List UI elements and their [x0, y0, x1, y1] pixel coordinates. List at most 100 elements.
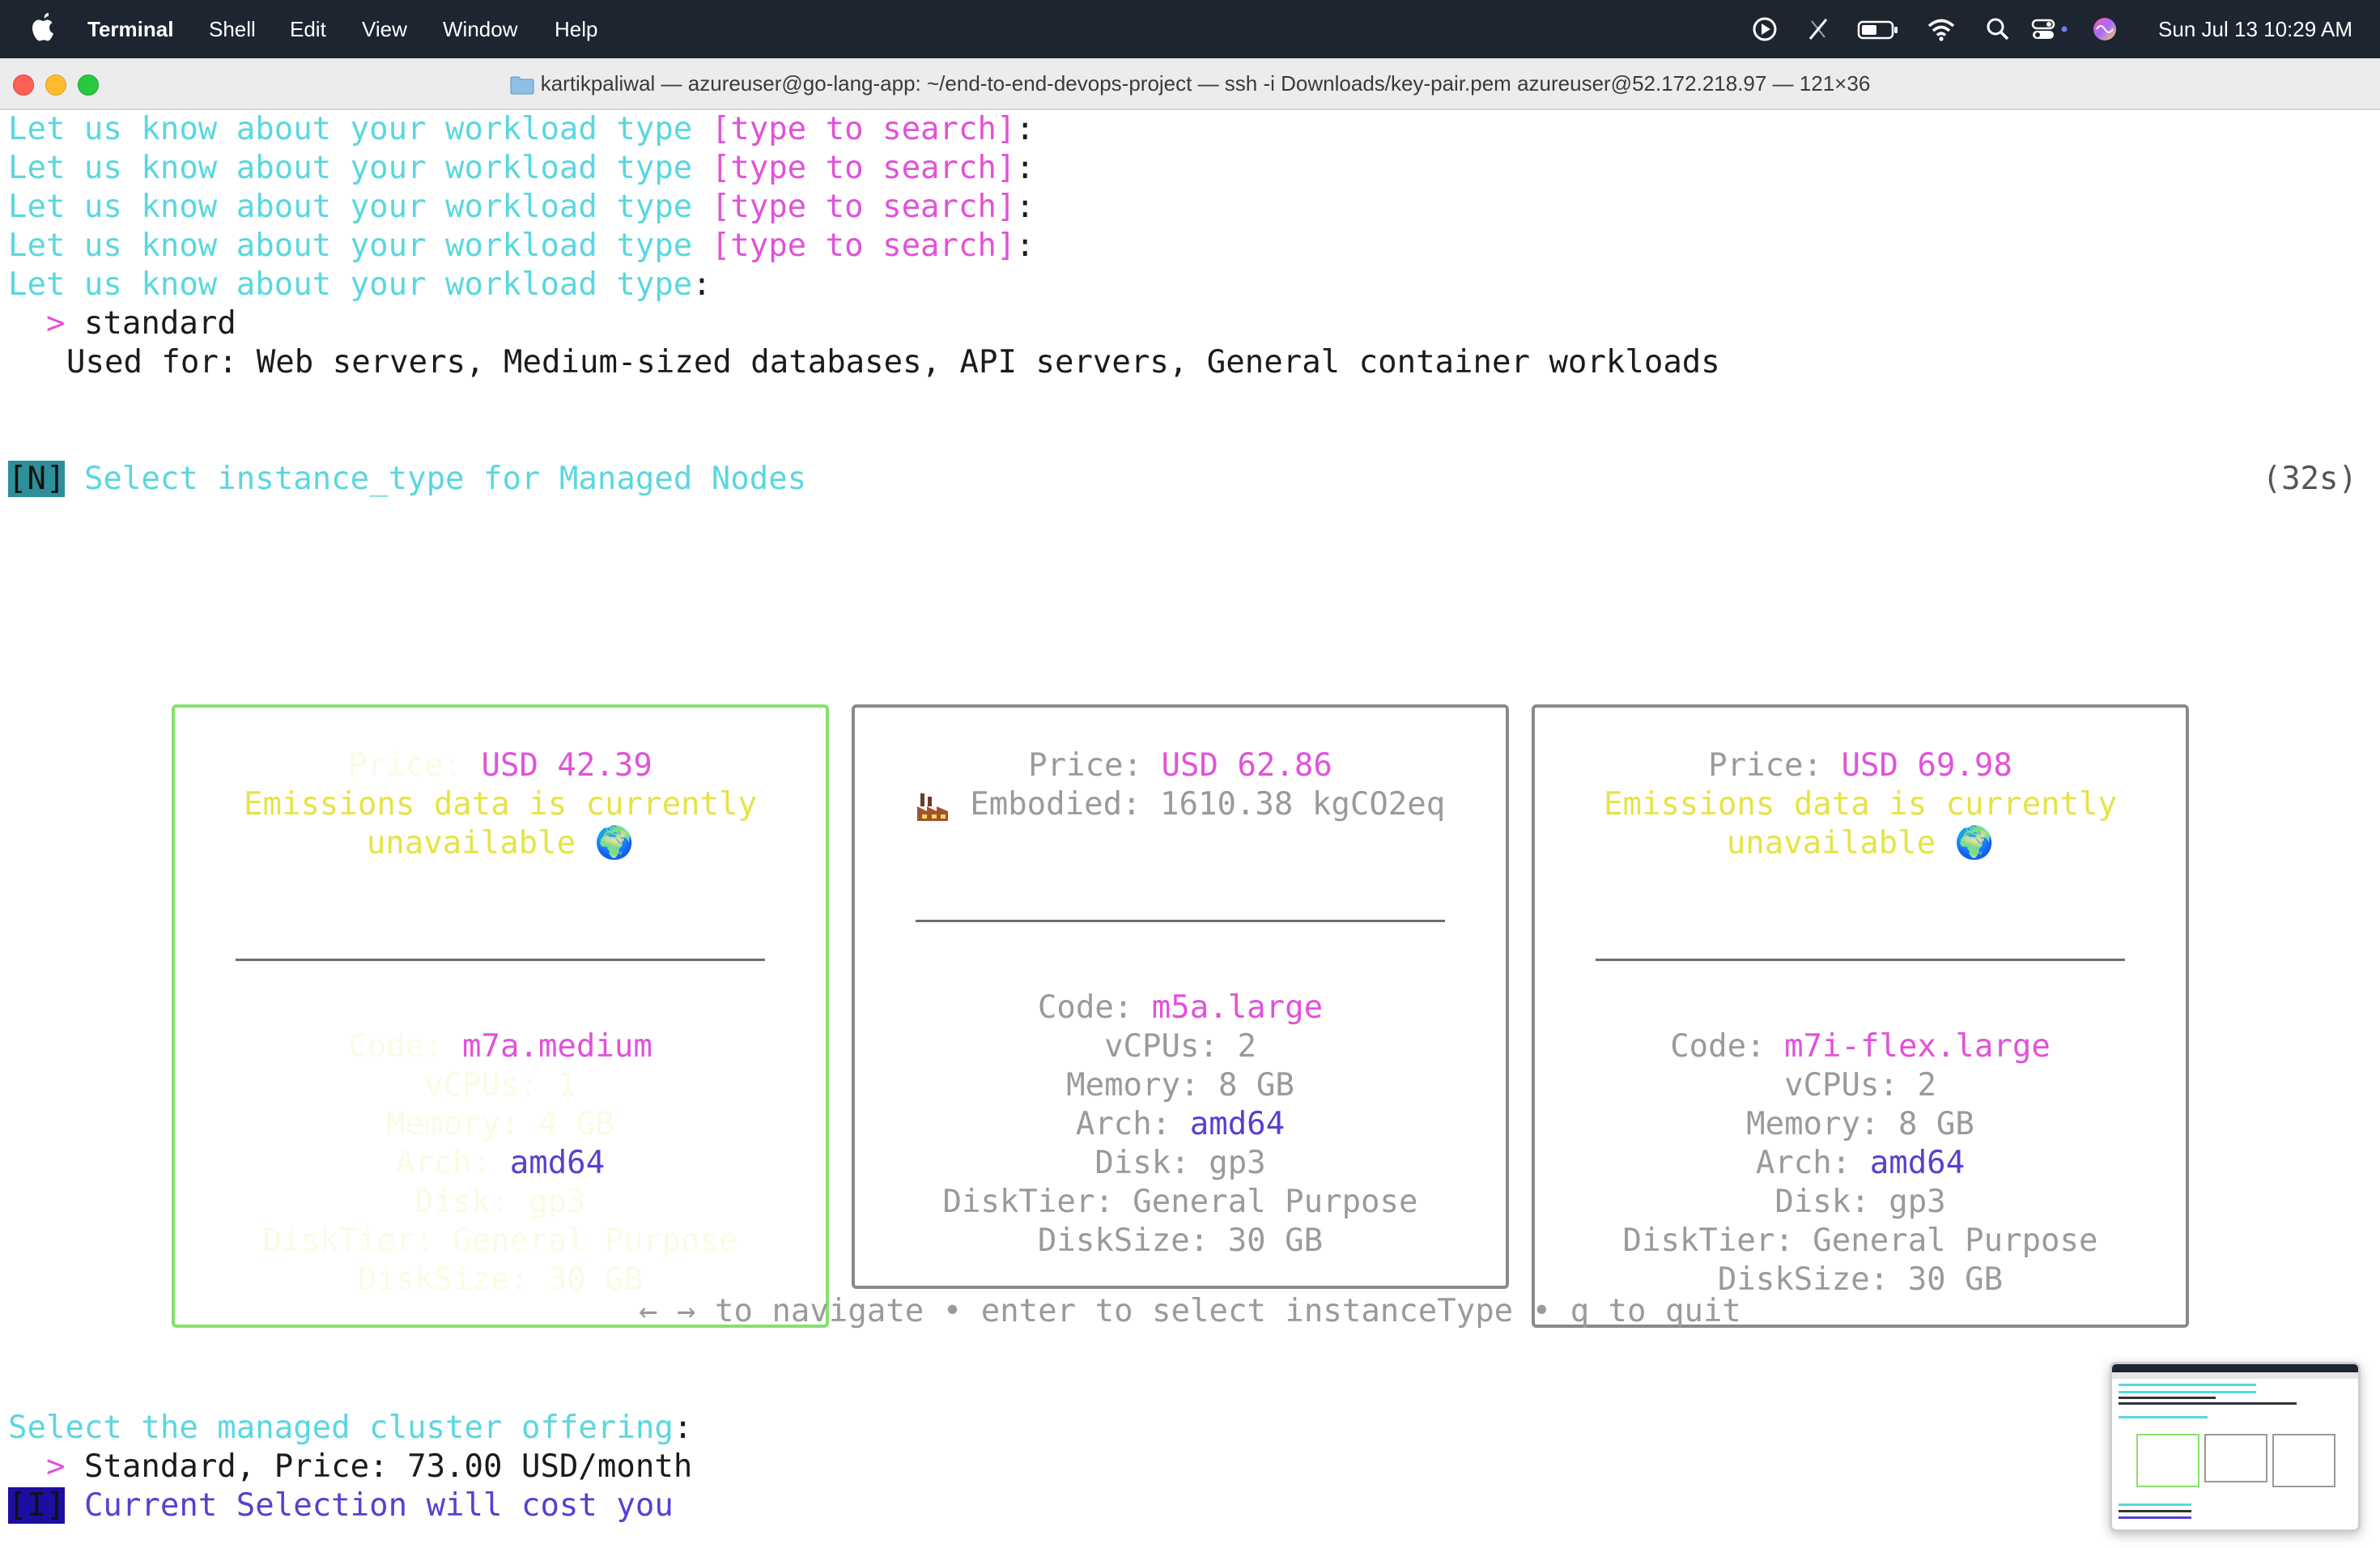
terminal-line: Let us know about your workload type [ty… [8, 110, 1035, 149]
price-label: Price: [1708, 747, 1823, 784]
emissions-line: Emissions data is currently [244, 786, 757, 823]
disk-tier: DiskTier: General Purpose [262, 1223, 738, 1259]
memory: Memory: 4 GB [386, 1106, 614, 1142]
arch-label: Arch: [1075, 1106, 1171, 1142]
stylus-off-icon[interactable] [1804, 15, 1833, 44]
arch-value: amd64 [1189, 1106, 1286, 1142]
disk: Disk: gp3 [1774, 1184, 1946, 1220]
prompt-text: Let us know about your workload type [8, 111, 693, 147]
factory-icon [916, 790, 951, 823]
badge-n: [N] [8, 461, 66, 497]
code-label: Code: [348, 1028, 444, 1065]
terminal-line: Let us know about your workload type [ty… [8, 227, 1035, 266]
disk: Disk: gp3 [414, 1184, 586, 1220]
prompt-colon: : [1015, 150, 1035, 186]
menu-app-name[interactable]: Terminal [87, 16, 173, 42]
countdown-timer: (32s) [2262, 461, 2357, 497]
navigation-help: ← → to navigate • enter to select instan… [639, 1293, 1741, 1329]
search-hint: [type to search] [711, 189, 1016, 225]
apple-icon[interactable] [31, 11, 57, 44]
code-label: Code: [1670, 1028, 1766, 1065]
menu-window[interactable]: Window [443, 16, 517, 42]
select-instance-prompt: Select instance_type for Managed Nodes [83, 461, 807, 497]
instance-code: m5a.large [1151, 989, 1324, 1026]
terminal-output[interactable]: Let us know about your workload type [ty… [0, 110, 2380, 1548]
vcpus: vCPUs: 2 [1104, 1028, 1256, 1065]
vcpus: vCPUs: 1 [424, 1067, 576, 1104]
menu-shell[interactable]: Shell [209, 16, 256, 42]
prompt-colon: : [1015, 189, 1035, 225]
globe-icon: 🌍 [1954, 825, 1995, 861]
menu-edit[interactable]: Edit [290, 16, 326, 42]
code-label: Code: [1037, 989, 1133, 1026]
terminal-line: [I] Current Selection will cost you [8, 1486, 674, 1525]
price-value: USD 69.98 [1841, 747, 2012, 784]
battery-icon[interactable] [1857, 15, 1899, 44]
terminal-line: Let us know about your workload type [ty… [8, 188, 1035, 227]
prompt-colon: : [673, 1410, 693, 1446]
prompt-text: Let us know about your workload type [8, 266, 693, 303]
prompt-text: Let us know about your workload type [8, 150, 693, 186]
terminal-line: Let us know about your workload type [ty… [8, 149, 1035, 188]
menu-bar: Terminal Shell Edit View Window Help Sun… [0, 0, 2380, 58]
search-icon[interactable] [1983, 15, 2012, 44]
play-circle-icon[interactable] [1750, 15, 1779, 44]
folder-icon [510, 76, 534, 95]
globe-icon: 🌍 [594, 825, 635, 861]
arch-value: amd64 [509, 1145, 606, 1181]
prompt-text: Let us know about your workload type [8, 189, 693, 225]
cluster-prompt: Select the managed cluster offering [8, 1410, 674, 1446]
memory: Memory: 8 GB [1746, 1106, 1974, 1142]
emissions-line: Emissions data is currently [1604, 786, 2117, 823]
instance-code: m7a.medium [462, 1028, 652, 1065]
screenshot-thumbnail[interactable] [2110, 1362, 2361, 1532]
disk-tier: DiskTier: General Purpose [942, 1184, 1418, 1220]
prompt-colon: : [1015, 111, 1035, 147]
badge-i: [I] [8, 1487, 66, 1524]
embodied-emissions: Embodied: 1610.38 kgCO2eq [970, 786, 1446, 823]
terminal-line: Let us know about your workload type: [8, 266, 712, 304]
memory: Memory: 8 GB [1066, 1067, 1294, 1104]
price-value: USD 62.86 [1161, 747, 1332, 784]
cost-text: Current Selection will cost you [83, 1487, 674, 1524]
vcpus: vCPUs: 2 [1784, 1067, 1936, 1104]
arch-label: Arch: [395, 1145, 491, 1181]
menu-view[interactable]: View [362, 16, 407, 42]
window-title-bar[interactable]: kartikpaliwal — azureuser@go-lang-app: ~… [0, 58, 2380, 110]
terminal-line: > standard [8, 304, 236, 343]
price-value: USD 42.39 [481, 747, 652, 784]
control-center-icon[interactable] [2030, 15, 2069, 44]
wifi-icon[interactable] [1927, 15, 1956, 44]
search-hint: [type to search] [711, 111, 1016, 147]
disk-tier: DiskTier: General Purpose [1622, 1223, 2098, 1259]
prompt-colon: : [692, 266, 712, 303]
instance-card[interactable]: Price: USD 69.98 Emissions data is curre… [1532, 704, 2189, 1328]
window-title-text: kartikpaliwal — azureuser@go-lang-app: ~… [540, 71, 1871, 96]
cluster-choice[interactable]: Standard, Price: 73.00 USD/month [84, 1448, 692, 1485]
search-hint: [type to search] [711, 228, 1016, 264]
arch-value: amd64 [1869, 1145, 1966, 1181]
window-title: kartikpaliwal — azureuser@go-lang-app: ~… [0, 70, 2380, 97]
prompt-colon: : [1015, 228, 1035, 264]
selection-cursor: > [45, 1448, 66, 1485]
emissions-line: unavailable [1726, 825, 1936, 861]
instance-card[interactable]: Price: USD 42.39 Emissions data is curre… [172, 704, 829, 1328]
disk: Disk: gp3 [1094, 1145, 1266, 1181]
menu-help[interactable]: Help [555, 16, 597, 42]
instance-code: m7i-flex.large [1784, 1028, 2051, 1065]
arch-label: Arch: [1755, 1145, 1851, 1181]
selected-workload[interactable]: standard [84, 305, 236, 342]
terminal-line: Select the managed cluster offering: [8, 1409, 692, 1448]
disk-size: DiskSize: 30 GB [1037, 1223, 1324, 1259]
instance-card[interactable]: Price: USD 62.86 Embodied: 1610.38 kgCO2… [852, 704, 1509, 1289]
terminal-line: > Standard, Price: 73.00 USD/month [8, 1448, 692, 1486]
prompt-text: Let us know about your workload type [8, 228, 693, 264]
price-label: Price: [1028, 747, 1143, 784]
menu-clock[interactable]: Sun Jul 13 10:29 AM [2158, 16, 2352, 42]
selection-cursor: > [45, 305, 66, 342]
terminal-line: [N] Select instance_type for Managed Nod… [8, 460, 806, 499]
emissions-line: unavailable [366, 825, 576, 861]
price-label: Price: [348, 747, 463, 784]
siri-icon[interactable] [2090, 15, 2119, 44]
used-for-text: Used for: Web servers, Medium-sized data… [66, 344, 1720, 381]
